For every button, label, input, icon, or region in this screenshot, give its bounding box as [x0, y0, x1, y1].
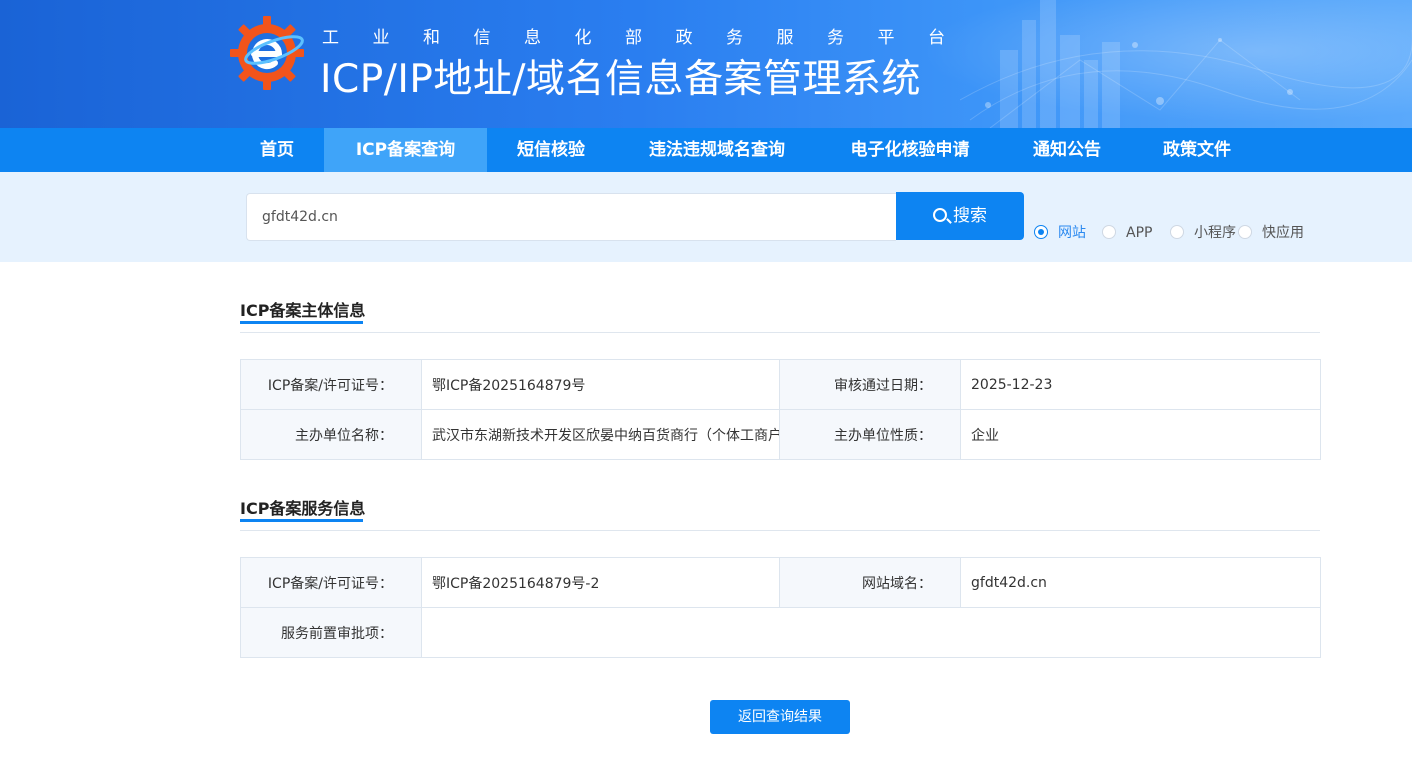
- search-input[interactable]: gfdt42d.cn: [246, 193, 896, 241]
- label-organizer-name: 主办单位名称：: [240, 409, 422, 460]
- radio-label: APP: [1126, 225, 1153, 241]
- value-organizer-name: 武汉市东湖新技术开发区欣晏中纳百货商行（个体工商户: [421, 409, 780, 460]
- radio-dot: [1102, 225, 1116, 239]
- value-pre-approval: [421, 607, 1321, 658]
- service-info-table: ICP备案/许可证号： 鄂ICP备2025164879号-2 网站域名： gfd…: [240, 557, 1321, 658]
- radio-dot: [1238, 225, 1252, 239]
- nav-item-illegal-domain-query[interactable]: 违法违规域名查询: [630, 128, 804, 172]
- banner-skyline-decoration: [960, 0, 1412, 128]
- value-license-no: 鄂ICP备2025164879号: [421, 359, 780, 410]
- search-button-label: 搜索: [953, 206, 987, 226]
- radio-website[interactable]: 网站: [1034, 224, 1086, 242]
- section-underline: [240, 321, 363, 324]
- radio-label: 网站: [1058, 225, 1086, 241]
- table-row: ICP备案/许可证号： 鄂ICP备2025164879号 审核通过日期： 202…: [240, 359, 1321, 410]
- radio-label: 小程序: [1194, 225, 1236, 241]
- search-icon: [933, 208, 947, 222]
- label-license-no: ICP备案/许可证号：: [240, 359, 422, 410]
- header-banner: 工业和信息化部政务服务平台 ICP/IP地址/域名信息备案管理系统: [0, 0, 1412, 128]
- value-service-license-no: 鄂ICP备2025164879号-2: [421, 557, 780, 608]
- platform-subtitle: 工业和信息化部政务服务平台: [322, 28, 979, 48]
- nav-item-policy-docs[interactable]: 政策文件: [1148, 128, 1246, 172]
- section-divider: [240, 332, 1320, 333]
- main-nav: 首页 ICP备案查询 短信核验 违法违规域名查询 电子化核验申请 通知公告 政策…: [0, 128, 1412, 172]
- nav-item-icp-query[interactable]: ICP备案查询: [324, 128, 487, 172]
- value-website-domain: gfdt42d.cn: [960, 557, 1321, 608]
- search-band: gfdt42d.cn 搜索 网站 APP 小程序 快应用: [0, 172, 1412, 262]
- label-approval-date: 审核通过日期：: [779, 359, 961, 410]
- nav-item-notices[interactable]: 通知公告: [1016, 128, 1118, 172]
- ministry-logo-icon: [230, 16, 304, 90]
- subject-info-table: ICP备案/许可证号： 鄂ICP备2025164879号 审核通过日期： 202…: [240, 359, 1321, 460]
- radio-dot: [1034, 225, 1048, 239]
- table-row: ICP备案/许可证号： 鄂ICP备2025164879号-2 网站域名： gfd…: [240, 557, 1321, 608]
- section-title-service: ICP备案服务信息: [240, 499, 366, 518]
- label-organizer-type: 主办单位性质：: [779, 409, 961, 460]
- radio-dot: [1170, 225, 1184, 239]
- label-service-license-no: ICP备案/许可证号：: [240, 557, 422, 608]
- search-button[interactable]: 搜索: [896, 192, 1024, 240]
- nav-item-sms-verify[interactable]: 短信核验: [502, 128, 600, 172]
- label-website-domain: 网站域名：: [779, 557, 961, 608]
- label-pre-approval: 服务前置审批项：: [240, 607, 422, 658]
- radio-app[interactable]: APP: [1102, 224, 1152, 242]
- table-row: 服务前置审批项：: [240, 607, 1321, 658]
- nav-item-home[interactable]: 首页: [246, 128, 308, 172]
- table-row: 主办单位名称： 武汉市东湖新技术开发区欣晏中纳百货商行（个体工商户 主办单位性质…: [240, 409, 1321, 460]
- system-title: ICP/IP地址/域名信息备案管理系统: [320, 57, 922, 102]
- radio-label: 快应用: [1262, 225, 1304, 241]
- section-underline: [240, 519, 363, 522]
- value-approval-date: 2025-12-23: [960, 359, 1321, 410]
- value-organizer-type: 企业: [960, 409, 1321, 460]
- radio-quick-app[interactable]: 快应用: [1238, 224, 1304, 242]
- section-title-subject: ICP备案主体信息: [240, 301, 366, 320]
- nav-item-electronic-verify[interactable]: 电子化核验申请: [834, 128, 986, 172]
- radio-mini-program[interactable]: 小程序: [1170, 224, 1236, 242]
- back-to-results-button[interactable]: 返回查询结果: [710, 700, 850, 734]
- section-divider: [240, 530, 1320, 531]
